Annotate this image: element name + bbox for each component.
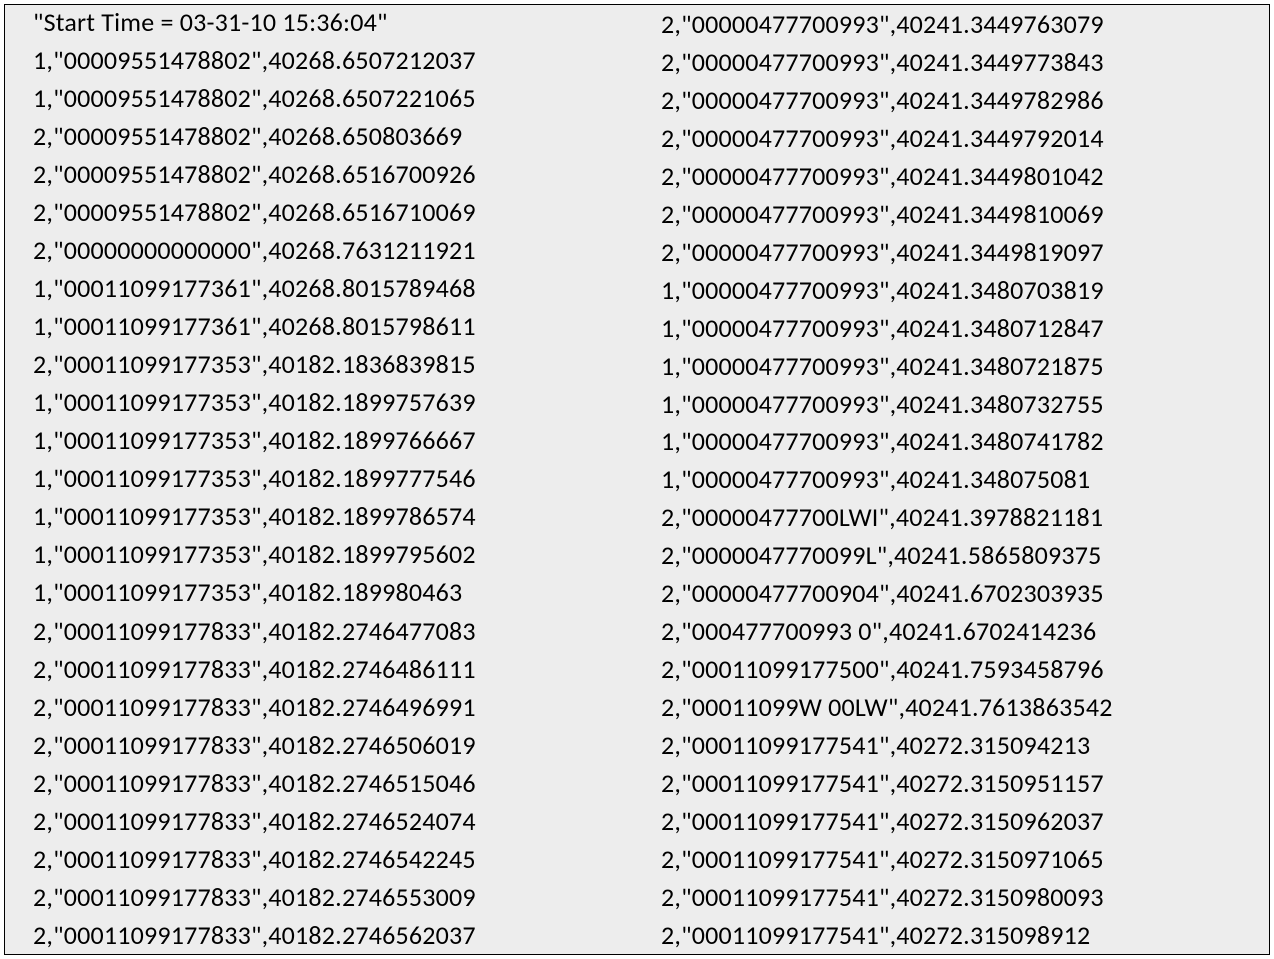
data-row: 2,"00009551478802",40268.650803669 [33,123,625,149]
data-row: 1,"00000477700993",40241.348075081 [661,466,1253,492]
data-row: 1,"00000477700993",40241.3480712847 [661,315,1253,341]
data-row: 2,"00011099177833",40182.2746496991 [33,694,625,720]
data-row: 2,"00000477700993",40241.3449782986 [661,87,1253,113]
data-row: 1,"00011099177361",40268.8015798611 [33,313,625,339]
data-row: 1,"00011099177353",40182.1899757639 [33,389,625,415]
data-row: 1,"00011099177353",40182.1899777546 [33,465,625,491]
data-row: 2,"00000477700993",40241.3449819097 [661,239,1253,265]
data-row: 2,"00011099177833",40182.2746562037 [33,922,625,948]
data-row: 2,"00000477700993",40241.3449763079 [661,11,1253,37]
data-row: 2,"00011099177541",40272.3150951157 [661,770,1253,796]
data-row: 2,"00000477700LWI",40241.3978821181 [661,504,1253,530]
data-row: 2,"00011099177833",40182.2746506019 [33,732,625,758]
data-row: 2,"00011099177541",40272.3150971065 [661,846,1253,872]
data-row: 2,"00011099177541",40272.3150962037 [661,808,1253,834]
data-row: 2,"00011099177833",40182.2746524074 [33,808,625,834]
data-row: 1,"00000477700993",40241.3480703819 [661,277,1253,303]
data-row: 1,"00009551478802",40268.6507221065 [33,85,625,111]
data-row: 1,"00011099177353",40182.1899786574 [33,503,625,529]
data-row: 2,"00011099177541",40272.3150980093 [661,884,1253,910]
data-row: 2,"00009551478802",40268.6516700926 [33,161,625,187]
data-row: 2,"00000477700993",40241.3449810069 [661,201,1253,227]
data-row: 2,"00011099177541",40272.315098912 [661,922,1253,948]
data-row: 2,"00000477700993",40241.3449773843 [661,49,1253,75]
data-row: 2,"00011099177833",40182.2746486111 [33,656,625,682]
data-row: 2,"000477700993 0",40241.6702414236 [661,618,1253,644]
data-row: 2,"00011099177833",40182.2746515046 [33,770,625,796]
data-row: 2,"0000047770099L",40241.5865809375 [661,542,1253,568]
data-row: 2,"00011099W 00LW",40241.7613863542 [661,694,1253,720]
data-row: 1,"00011099177353",40182.189980463 [33,579,625,605]
data-row: 1,"00000477700993",40241.3480732755 [661,391,1253,417]
data-row: 2,"00011099177500",40241.7593458796 [661,656,1253,682]
data-row: 1,"00011099177353",40182.1899795602 [33,541,625,567]
right-column: 2,"00000477700993",40241.3449763079 2,"00… [641,5,1269,954]
data-row: 1,"00000477700993",40241.3480741782 [661,428,1253,454]
data-row: 2,"00011099177833",40182.2746553009 [33,884,625,910]
data-row: 2,"00011099177833",40182.2746542245 [33,846,625,872]
data-row: 1,"00009551478802",40268.6507212037 [33,47,625,73]
data-row: 2,"00011099177541",40272.315094213 [661,732,1253,758]
header-line: "Start Time = 03-31-10 15:36:04" [33,9,625,35]
data-row: 2,"00000477700993",40241.3449801042 [661,163,1253,189]
left-column: "Start Time = 03-31-10 15:36:04" 1,"0000… [5,5,641,954]
data-row: 1,"00011099177353",40182.1899766667 [33,427,625,453]
data-row: 2,"00009551478802",40268.6516710069 [33,199,625,225]
data-row: 1,"00000477700993",40241.3480721875 [661,353,1253,379]
data-row: 2,"00000477700904",40241.6702303935 [661,580,1253,606]
data-row: 2,"00000000000000",40268.7631211921 [33,237,625,263]
data-row: 2,"00011099177353",40182.1836839815 [33,351,625,377]
data-row: 2,"00011099177833",40182.2746477083 [33,618,625,644]
data-row: 1,"00011099177361",40268.8015789468 [33,275,625,301]
data-row: 2,"00000477700993",40241.3449792014 [661,125,1253,151]
data-panel: "Start Time = 03-31-10 15:36:04" 1,"0000… [4,4,1270,955]
